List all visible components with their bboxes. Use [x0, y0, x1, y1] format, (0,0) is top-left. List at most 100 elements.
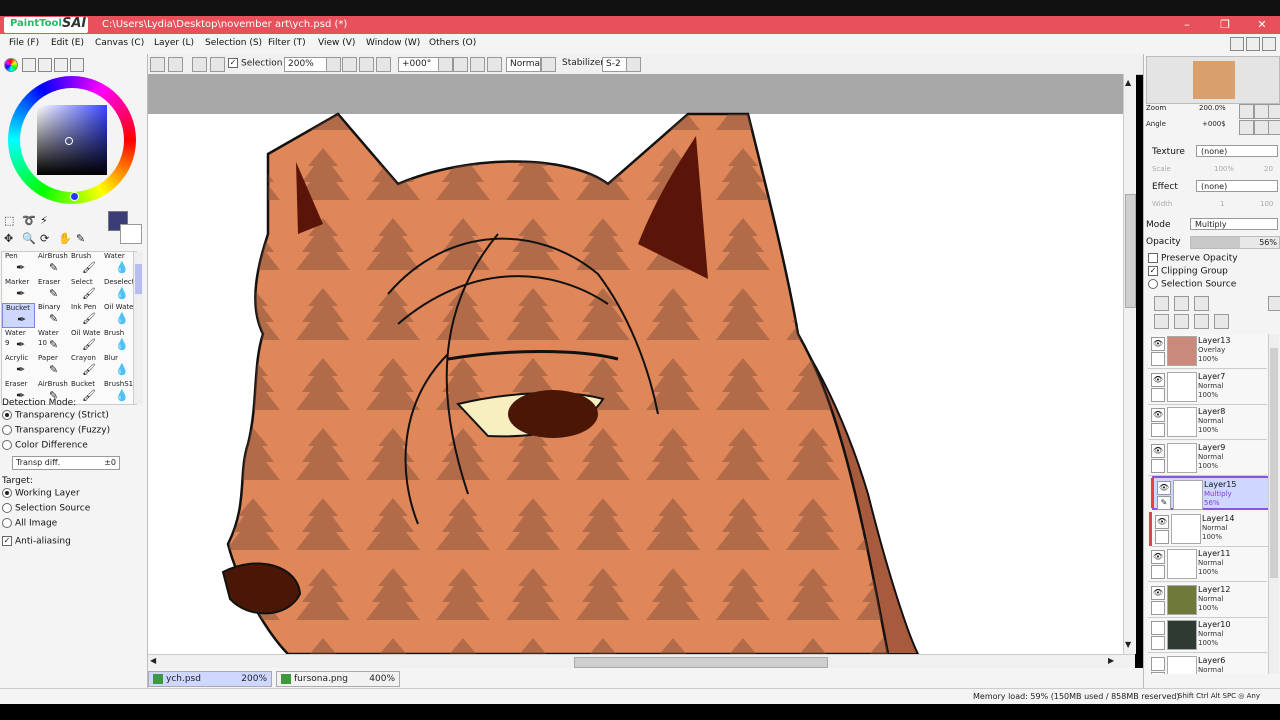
nav-zoom-out-button[interactable] [1239, 104, 1254, 119]
tool-slot[interactable]: AirBrush ✎ [35, 252, 68, 277]
tab-ych[interactable]: ych.psd 200% [148, 671, 272, 687]
anti-aliasing-checkbox[interactable]: ✓ Anti-aliasing [2, 536, 71, 547]
tool-grid-scrollbar[interactable] [133, 252, 143, 404]
nav-zoom-in-button[interactable] [1254, 104, 1269, 119]
eye-icon[interactable]: 👁 [1151, 443, 1165, 458]
tool-grid-scroll-thumb[interactable] [135, 264, 142, 294]
layer-row[interactable]: 👁 Layer14 Normal 100% [1149, 511, 1268, 547]
target-selection-source[interactable]: Selection Source [2, 503, 90, 514]
layer-lock-icon[interactable] [1151, 671, 1165, 674]
layer-row[interactable]: Layer10 Normal 100% [1148, 618, 1267, 653]
canvas-area[interactable] [148, 74, 1123, 654]
tool-slot[interactable]: Binary ✎ [35, 303, 68, 328]
eye-icon[interactable]: 👁 [1155, 514, 1169, 529]
menu-file[interactable]: File (F) [9, 38, 39, 48]
maximize-button[interactable]: ❐ [1214, 17, 1236, 33]
opacity-slider[interactable]: 56% [1190, 236, 1280, 249]
tool-slot[interactable]: Blur 💧 [101, 354, 134, 379]
layer-lock-icon[interactable] [1151, 458, 1165, 473]
layer-row[interactable]: 👁 Layer11 Normal 100% [1148, 547, 1267, 582]
tool-slot[interactable]: Water 💧 [101, 252, 134, 277]
tool-slot[interactable]: Crayon 🖌 [68, 354, 101, 379]
lasso-icon[interactable]: ➰ [22, 214, 36, 227]
rotate-icon[interactable]: ⟳ [40, 232, 49, 245]
minimize-button[interactable]: – [1176, 17, 1198, 33]
hue-picker-cursor[interactable] [70, 192, 79, 201]
angle-dropdown[interactable] [438, 57, 453, 72]
selection-source-checkbox[interactable]: Selection Source [1148, 279, 1236, 290]
eye-icon[interactable]: 👁 [1151, 408, 1165, 422]
layer-lock-icon[interactable] [1151, 565, 1165, 579]
deselect-button[interactable] [192, 57, 207, 72]
nav-zoom-value[interactable]: 200.0% [1199, 104, 1226, 112]
zoom-reset-button[interactable] [376, 57, 391, 72]
nav-angle-value[interactable]: +000$ [1202, 120, 1226, 128]
menu-window[interactable]: Window (W) [366, 38, 420, 48]
tool-slot[interactable]: Marker ✒ [2, 278, 35, 303]
flip-button[interactable] [541, 57, 556, 72]
scroll-up-icon[interactable]: ▲ [1125, 78, 1131, 87]
checkbox-icon[interactable]: ✓ [2, 536, 12, 546]
vertical-scroll-thumb[interactable] [1125, 194, 1136, 308]
copy-layer-icon[interactable] [1154, 314, 1169, 329]
menu-selection[interactable]: Selection (S) [205, 38, 262, 48]
navigator-preview[interactable] [1146, 56, 1280, 104]
tool-slot[interactable]: Paper ✎ [35, 354, 68, 379]
tool-slot[interactable]: Water 9 ✒ [2, 329, 35, 354]
radio-icon[interactable] [2, 410, 12, 420]
layer-row[interactable]: Layer6Normal100% [1148, 653, 1267, 674]
rgb-slider-icon[interactable] [22, 58, 36, 72]
eye-icon[interactable] [1151, 656, 1165, 671]
nav-rotate-right-button[interactable] [1254, 120, 1269, 135]
mode-strict-option[interactable]: Transparency (Strict) [2, 410, 109, 421]
tab-fursona[interactable]: fursona.png 400% [276, 671, 400, 687]
menu-layer[interactable]: Layer (L) [154, 38, 194, 48]
swatches-icon[interactable] [54, 58, 68, 72]
tool-slot[interactable]: Eraser ✎ [35, 278, 68, 303]
move-icon[interactable]: ✥ [4, 232, 13, 245]
eye-icon[interactable]: 👁 [1151, 372, 1165, 387]
eyedropper-icon[interactable]: ✎ [76, 232, 85, 245]
hand-icon[interactable]: ✋ [58, 232, 72, 245]
menu-canvas[interactable]: Canvas (C) [95, 38, 144, 48]
color-picker-cursor[interactable] [65, 137, 73, 145]
layer-row[interactable]: 👁 Layer13 Overlay 100% [1148, 334, 1267, 369]
eye-icon[interactable]: 👁 [1151, 337, 1165, 351]
scroll-down-icon[interactable]: ▼ [1125, 640, 1131, 649]
blend-mode-field[interactable]: Normal [506, 57, 543, 72]
zoom-field[interactable]: 200% [284, 57, 329, 72]
radio-icon[interactable] [2, 518, 12, 528]
stabilizer-dropdown[interactable] [626, 57, 641, 72]
eye-icon[interactable]: 👁 [1151, 585, 1165, 600]
eye-icon[interactable]: 👁 [1157, 481, 1171, 495]
vertical-scrollbar[interactable]: ▲ ▼ [1123, 74, 1136, 654]
checkbox-icon[interactable]: ✓ [1148, 266, 1158, 276]
tool-slot[interactable]: Bucket ✒ [2, 303, 35, 328]
radio-icon[interactable] [2, 503, 12, 513]
secondary-color-swatch[interactable] [120, 224, 142, 244]
layer-list-scrollbar[interactable] [1268, 334, 1279, 674]
tool-slot[interactable]: Brush 🖌 [68, 252, 101, 277]
layer-row[interactable]: 👁 Layer12 Normal 100% [1148, 582, 1267, 618]
layer-lock-icon[interactable] [1155, 529, 1169, 544]
scratchpad-icon[interactable] [70, 58, 84, 72]
tool-slot[interactable]: Deselect 💧 [101, 278, 135, 303]
mdi-restore-icon[interactable] [1246, 37, 1260, 51]
radio-icon[interactable] [2, 440, 12, 450]
close-button[interactable]: ✕ [1251, 17, 1273, 33]
nav-rotate-left-button[interactable] [1239, 120, 1254, 135]
zoom-icon[interactable]: 🔍 [22, 232, 36, 245]
eye-icon[interactable]: 👁 [1151, 550, 1165, 564]
tool-slot[interactable]: Select 🖌 [68, 278, 101, 303]
tool-slot[interactable]: Water 10 ✎ [35, 329, 68, 354]
preserve-opacity-checkbox[interactable]: Preserve Opacity [1148, 253, 1238, 264]
angle-field[interactable]: +000° [398, 57, 441, 72]
radio-icon[interactable] [2, 488, 12, 498]
layer-lock-icon[interactable] [1151, 423, 1165, 437]
mdi-close-icon[interactable] [1262, 37, 1276, 51]
delete-layer-icon[interactable] [1214, 314, 1229, 329]
saturation-value-square[interactable] [37, 105, 107, 175]
layer-row[interactable]: 👁 Layer8 Normal 100% [1148, 405, 1267, 440]
new-folder-icon[interactable] [1194, 296, 1209, 311]
layer-lock-icon[interactable] [1151, 636, 1165, 650]
